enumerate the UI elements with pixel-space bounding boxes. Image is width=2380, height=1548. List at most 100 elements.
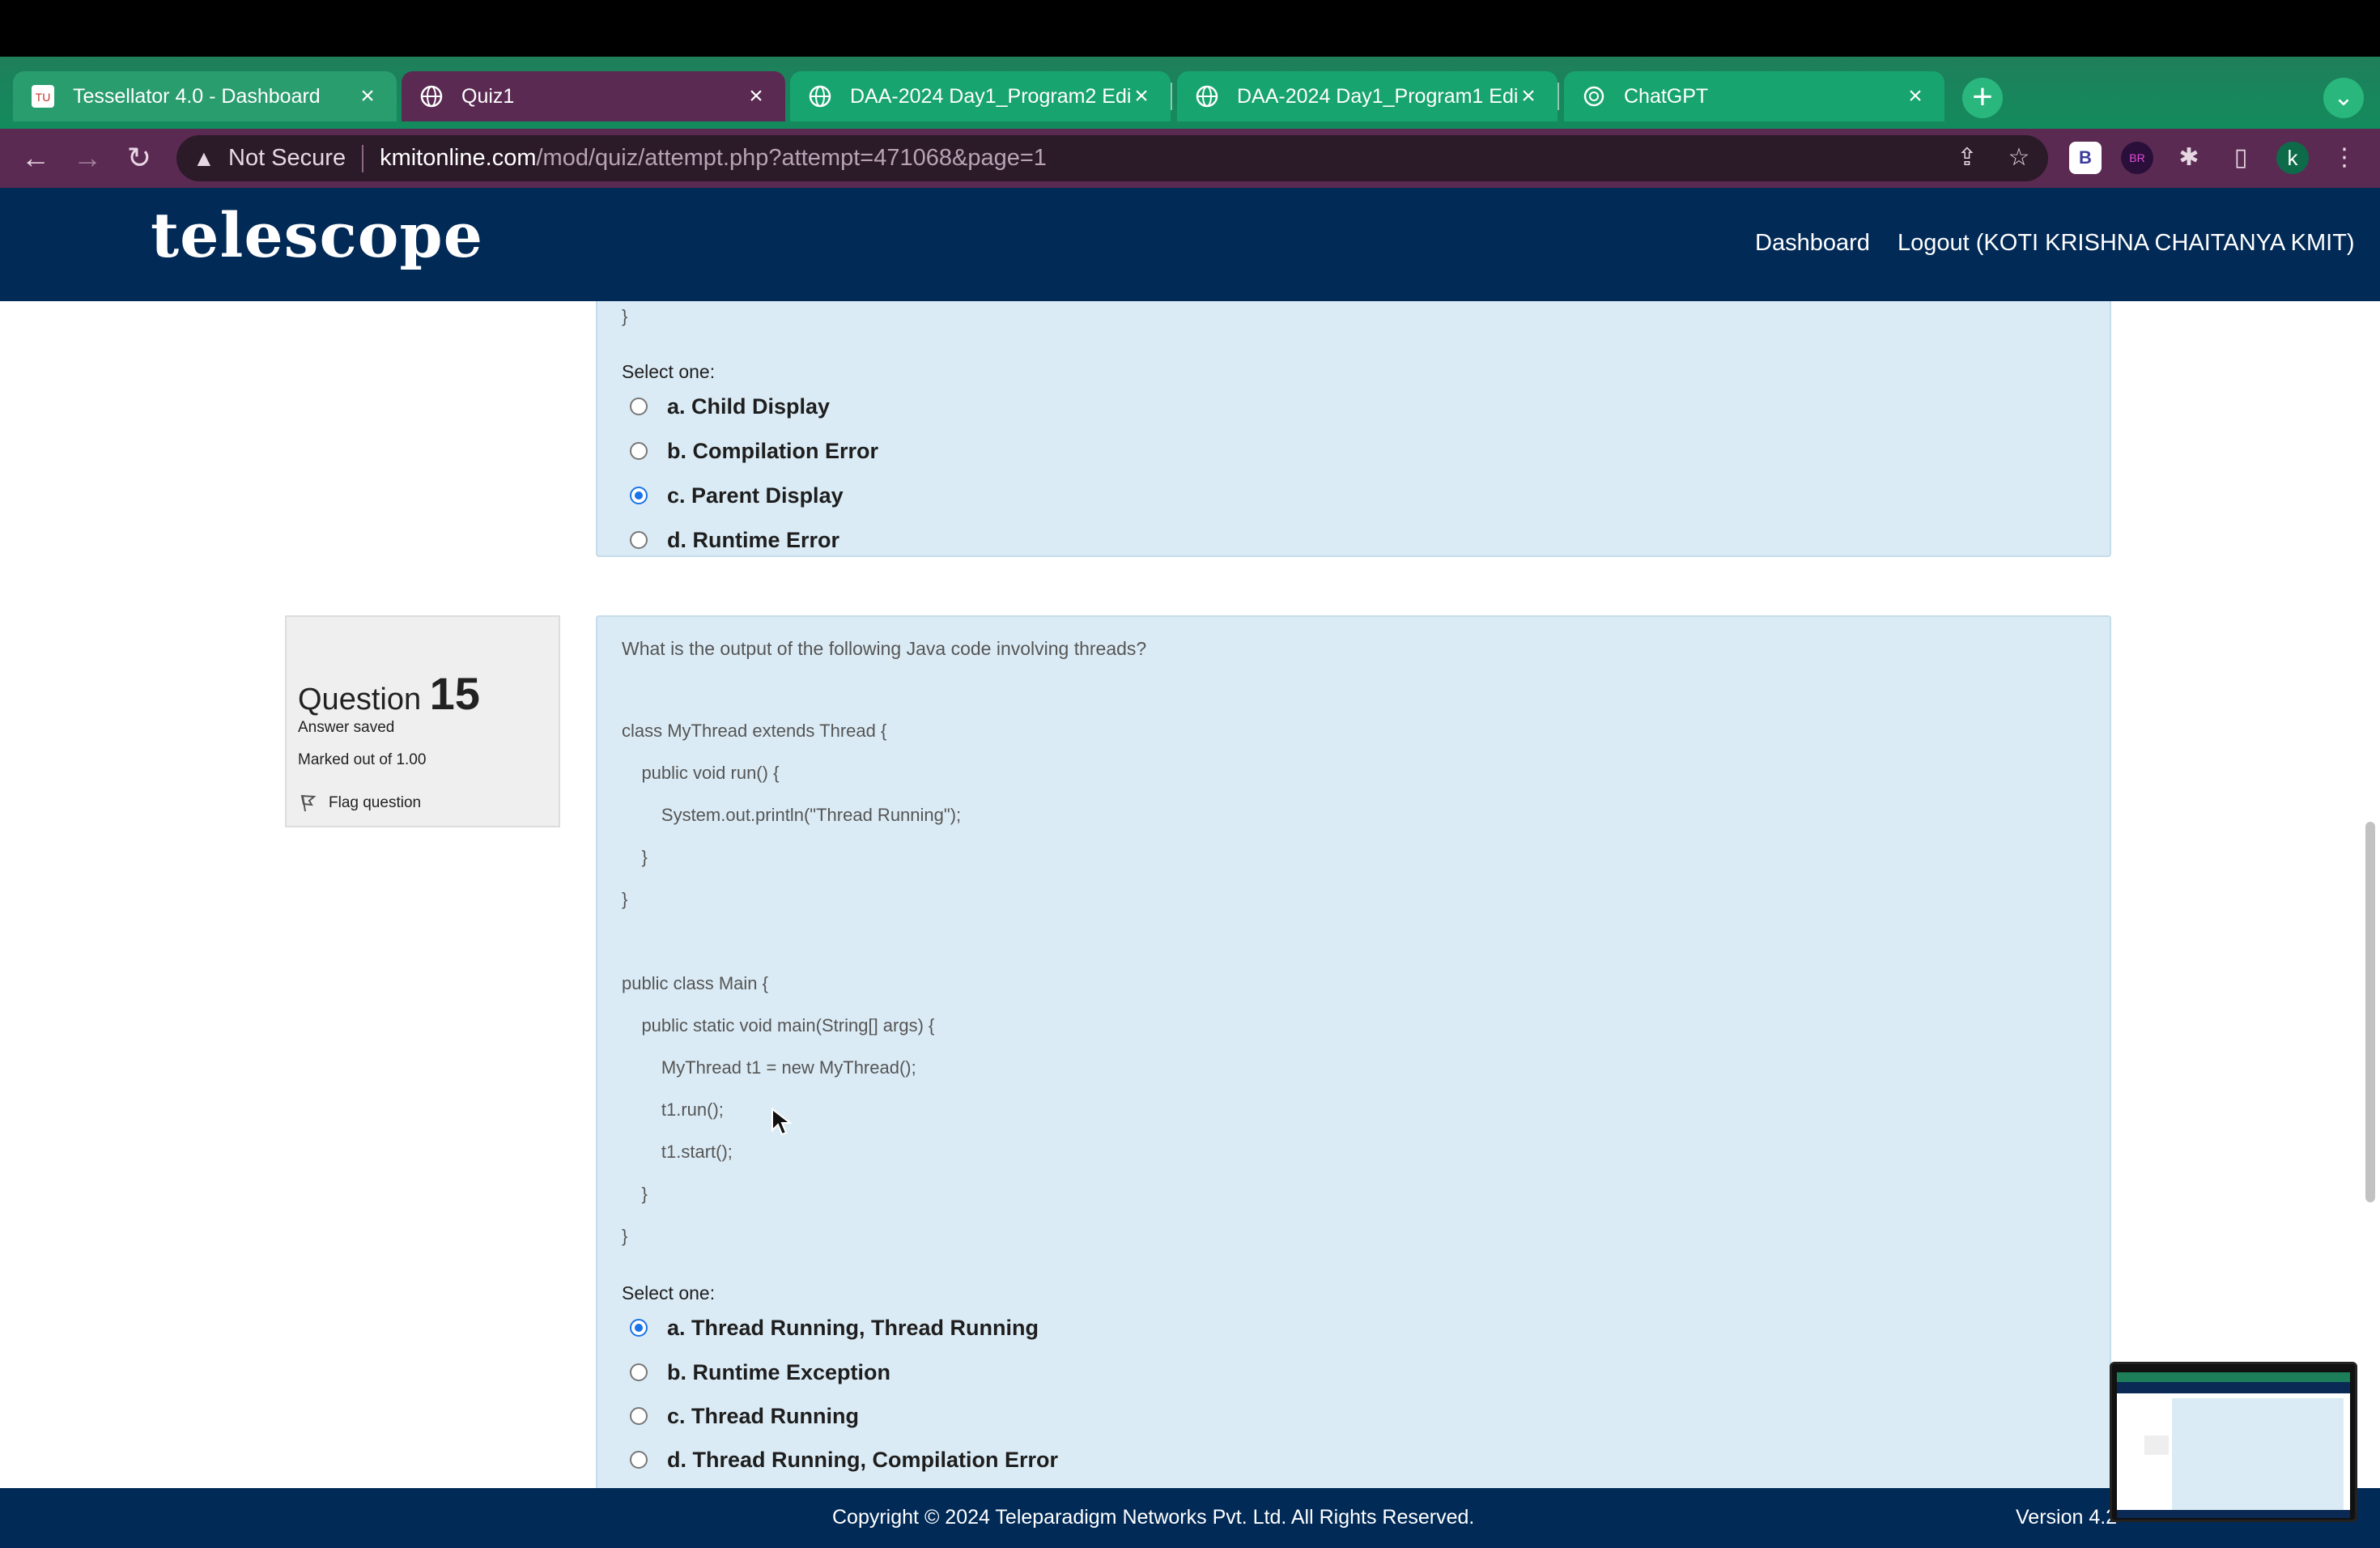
tab-label: Tessellator 4.0 - Dashboard: [73, 84, 321, 108]
screen-preview-thumbnail[interactable]: [2110, 1362, 2357, 1522]
site-header: telescope Dashboard Logout (KOTI KRISHNA…: [0, 188, 2380, 301]
question-number: 15: [429, 668, 480, 719]
tab-search-icon[interactable]: ⌄: [2323, 78, 2364, 118]
select-one-label: Select one:: [622, 361, 716, 382]
code-line: t1.run();: [622, 1099, 724, 1120]
close-icon[interactable]: ×: [1517, 83, 1540, 110]
close-icon[interactable]: ×: [1130, 83, 1153, 110]
code-line: public void run() {: [622, 763, 780, 783]
copyright-text: Copyright © 2024 Teleparadigm Networks P…: [832, 1506, 1475, 1529]
tab-daa-program2[interactable]: DAA-2024 Day1_Program2 Edi ×: [790, 71, 1172, 121]
nav-dashboard-link[interactable]: Dashboard: [1755, 230, 1870, 257]
radio-button-selected[interactable]: [630, 487, 648, 504]
back-icon[interactable]: ←: [15, 137, 57, 179]
answer-option[interactable]: b. Runtime Exception: [630, 1356, 890, 1389]
bookmark-star-icon[interactable]: ☆: [2001, 140, 2037, 176]
close-icon[interactable]: ×: [1904, 83, 1927, 110]
tab-label: Quiz1: [461, 84, 515, 108]
option-label[interactable]: b. Runtime Exception: [667, 1360, 890, 1385]
new-tab-button[interactable]: +: [1962, 78, 2003, 118]
option-label[interactable]: c. Parent Display: [667, 483, 844, 508]
tab-quiz1[interactable]: Quiz1 ×: [402, 71, 785, 121]
thumbnail-sidebar: [2144, 1435, 2169, 1455]
question-info-panel: Question 15 Answer saved Marked out of 1…: [285, 615, 560, 827]
option-label[interactable]: a. Thread Running, Thread Running: [667, 1316, 1039, 1341]
tab-daa-program1[interactable]: DAA-2024 Day1_Program1 Edi ×: [1177, 71, 1559, 121]
globe-icon: [808, 84, 832, 108]
code-line: }: [622, 306, 628, 326]
tab-chatgpt[interactable]: ChatGPT ×: [1564, 71, 1944, 121]
thumbnail-tabstrip: [2117, 1372, 2350, 1382]
macos-menu-bar: [0, 0, 2380, 57]
option-label[interactable]: d. Thread Running, Compilation Error: [667, 1448, 1058, 1473]
flag-icon[interactable]: [298, 793, 317, 813]
share-icon[interactable]: ⇪: [1949, 140, 1985, 176]
thumbnail-header: [2117, 1382, 2350, 1393]
page-scrollbar[interactable]: [2365, 822, 2375, 1202]
option-label[interactable]: d. Runtime Error: [667, 528, 839, 553]
select-one-label: Select one:: [622, 1282, 716, 1303]
radio-button[interactable]: [630, 1363, 648, 1381]
browser-tab-strip: TU Tessellator 4.0 - Dashboard × Quiz1 ×…: [0, 57, 2380, 129]
code-line: public class Main {: [622, 973, 768, 993]
address-bar[interactable]: ▲ Not Secure kmitonline.com/mod/quiz/att…: [176, 135, 2048, 181]
answer-option[interactable]: d. Thread Running, Compilation Error: [630, 1444, 1058, 1476]
globe-icon: [1195, 84, 1219, 108]
code-line: class MyThread extends Thread {: [622, 721, 887, 741]
answer-option[interactable]: d. Runtime Error: [630, 524, 839, 556]
reload-icon[interactable]: ↻: [118, 137, 160, 179]
flag-label[interactable]: Flag question: [329, 794, 421, 812]
extensions-puzzle-icon[interactable]: ✱: [2173, 142, 2205, 174]
tab-label: ChatGPT: [1624, 84, 1709, 108]
option-label[interactable]: a. Child Display: [667, 394, 830, 419]
security-label[interactable]: Not Secure: [228, 145, 346, 172]
warning-icon[interactable]: ▲: [193, 146, 222, 172]
site-logo[interactable]: telescope: [151, 199, 483, 271]
nav-logout-link[interactable]: Logout (KOTI KRISHNA CHAITANYA KMIT): [1898, 230, 2355, 257]
br-extension-icon[interactable]: BR: [2121, 142, 2153, 174]
radio-button[interactable]: [630, 531, 648, 549]
code-line: System.out.println("Thread Running");: [622, 805, 962, 825]
radio-button[interactable]: [630, 1451, 648, 1469]
close-icon[interactable]: ×: [356, 83, 379, 110]
answer-option[interactable]: a. Child Display: [630, 390, 830, 423]
question-text: What is the output of the following Java…: [622, 638, 1147, 659]
url-host: kmitonline.com: [380, 145, 537, 171]
question-15-box: What is the output of the following Java…: [596, 615, 2111, 1488]
tab-label: DAA-2024 Day1_Program2 Edi: [850, 84, 1130, 108]
radio-button-selected[interactable]: [630, 1319, 648, 1337]
radio-button[interactable]: [630, 398, 648, 415]
site-footer: Copyright © 2024 Teleparadigm Networks P…: [0, 1488, 2380, 1548]
code-line: }: [622, 889, 628, 909]
thumbnail-footer: [2117, 1510, 2350, 1518]
code-line: }: [622, 1184, 648, 1204]
side-panel-icon[interactable]: ▯: [2225, 142, 2257, 174]
chatgpt-icon: [1582, 84, 1606, 108]
answer-option[interactable]: b. Compilation Error: [630, 435, 878, 467]
question-marks: Marked out of 1.00: [298, 751, 427, 768]
divider: [362, 144, 364, 172]
b-extension-icon[interactable]: B: [2069, 142, 2102, 174]
radio-button[interactable]: [630, 442, 648, 460]
code-line: t1.start();: [622, 1142, 733, 1162]
radio-button[interactable]: [630, 1407, 648, 1425]
thumbnail-question: [2172, 1398, 2344, 1512]
close-icon[interactable]: ×: [745, 83, 767, 110]
tab-tessellator[interactable]: TU Tessellator 4.0 - Dashboard ×: [13, 71, 397, 121]
url-path: /mod/quiz/attempt.php?attempt=471068&pag…: [536, 145, 1047, 171]
flag-question-link[interactable]: Flag question: [298, 793, 421, 813]
code-line: }: [622, 1226, 628, 1246]
code-line: MyThread t1 = new MyThread();: [622, 1057, 916, 1078]
code-line: }: [622, 847, 648, 867]
kebab-menu-icon[interactable]: ⋮: [2328, 142, 2361, 174]
answer-option[interactable]: a. Thread Running, Thread Running: [630, 1312, 1039, 1344]
option-label[interactable]: b. Compilation Error: [667, 439, 878, 464]
answer-option[interactable]: c. Parent Display: [630, 479, 844, 512]
profile-avatar[interactable]: k: [2276, 142, 2309, 174]
quiz-content: } Select one: a. Child Display b. Compil…: [0, 301, 2380, 1488]
code-line: public static void main(String[] args) {: [622, 1015, 935, 1036]
answer-option[interactable]: c. Thread Running: [630, 1400, 859, 1432]
forward-icon[interactable]: →: [66, 137, 108, 179]
option-label[interactable]: c. Thread Running: [667, 1404, 859, 1429]
tab-label: DAA-2024 Day1_Program1 Edi: [1237, 84, 1517, 108]
